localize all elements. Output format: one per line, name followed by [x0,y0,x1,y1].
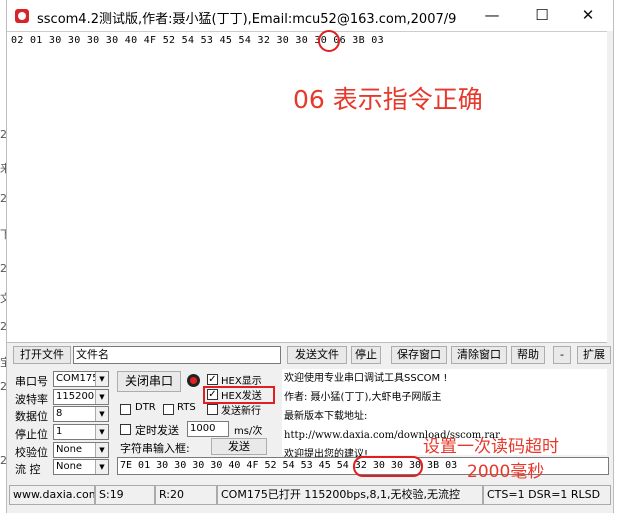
flow-label: 流 控 [15,463,41,476]
stop-button[interactable]: 停止 [351,346,381,364]
databits-value: 8 [56,408,63,419]
chevron-down-icon: ▼ [95,460,108,474]
baud-value: 115200 [56,391,95,402]
hex-send-label: HEX发送 [221,391,262,402]
receive-scrollbar[interactable] [607,31,613,341]
help-button[interactable]: 帮助 [511,346,545,364]
highlight-circle-06 [318,30,340,52]
info-line-3: 最新版本下载地址: [284,411,368,422]
port-select[interactable]: COM175 ▼ [53,371,109,387]
status-port-info: COM175已打开 115200bps,8,1,无校验,无流控 [217,485,483,505]
status-site: www.daxia.com [9,485,95,505]
info-line-2: 作者: 聂小猛(丁丁),大虾电子网版主 [284,392,442,403]
stopbits-select[interactable]: 1 ▼ [53,424,109,440]
chevron-down-icon: ▼ [95,407,108,421]
close-button[interactable]: ✕ [565,0,611,30]
databits-select[interactable]: 8 ▼ [53,406,109,422]
annotation-timeout-line2: 2000毫秒 [467,462,545,482]
close-port-button[interactable]: 关闭串口 [117,371,181,392]
parity-value: None [56,444,83,455]
hex-display-label: HEX显示 [221,376,262,387]
dtr-checkbox[interactable] [120,404,131,415]
hex-send-checkbox[interactable]: ✓ [207,389,218,400]
expand-button[interactable]: 扩展 [577,346,611,364]
timed-send-checkbox[interactable] [120,424,131,435]
rts-label: RTS [177,402,196,413]
file-name-input[interactable]: 文件名 [73,346,281,364]
window-title: sscom4.2测试版,作者:聂小猛(丁丁),Email:mcu52@163.c… [37,12,457,27]
open-file-button[interactable]: 打开文件 [13,346,71,364]
highlight-circle-timeout [353,456,423,477]
clear-window-button[interactable]: 清除窗口 [451,346,507,364]
databits-label: 数据位 [15,410,48,423]
flow-select[interactable]: None ▼ [53,459,109,475]
timed-send-label: 定时发送 [135,424,179,437]
flow-value: None [56,461,83,472]
status-lines: CTS=1 DSR=1 RLSD [483,485,611,505]
baud-label: 波特率 [15,393,48,406]
send-newline-checkbox[interactable] [207,404,218,415]
chevron-down-icon: ▼ [95,372,108,386]
send-newline-label: 发送新行 [221,406,261,417]
hex-display-checkbox[interactable]: ✓ [207,374,218,385]
status-sent-count: S:19 [95,485,155,505]
rts-checkbox[interactable] [163,404,174,415]
dtr-label: DTR [135,402,156,413]
port-label: 串口号 [15,375,48,388]
maximize-button[interactable]: ☐ [519,0,565,30]
sscom-window: sscom4.2测试版,作者:聂小猛(丁丁),Email:mcu52@163.c… [6,0,614,513]
send-button[interactable]: 发送 [211,438,267,455]
port-status-led-icon [187,374,200,387]
send-file-button[interactable]: 发送文件 [287,346,347,364]
timed-unit-label: ms/次 [234,426,263,437]
info-line-1: 欢迎使用专业串口调试工具SSCOM ! [284,373,448,384]
parity-select[interactable]: None ▼ [53,442,109,458]
receive-area[interactable]: 02 01 30 30 30 30 40 4F 52 54 53 45 54 3… [7,31,607,343]
save-window-button[interactable]: 保存窗口 [391,346,447,364]
minimize-button[interactable]: — [469,0,515,30]
annotation-command-correct: 06 表示指令正确 [293,85,483,114]
app-icon [15,9,29,23]
parity-label: 校验位 [15,446,48,459]
chevron-down-icon: ▼ [95,443,108,457]
annotation-timeout-line1: 设置一次读码超时 [423,437,559,457]
stopbits-label: 停止位 [15,428,48,441]
stopbits-value: 1 [56,426,63,437]
input-label: 字符串输入框: [120,442,190,455]
title-bar[interactable]: sscom4.2测试版,作者:聂小猛(丁丁),Email:mcu52@163.c… [7,0,613,31]
status-received-count: R:20 [155,485,217,505]
minus-button[interactable]: - [553,346,571,364]
baud-select[interactable]: 115200 ▼ [53,389,109,405]
chevron-down-icon: ▼ [95,390,108,404]
timed-interval-input[interactable]: 1000 [187,421,229,437]
chevron-down-icon: ▼ [95,425,108,439]
port-value: COM175 [56,373,99,384]
